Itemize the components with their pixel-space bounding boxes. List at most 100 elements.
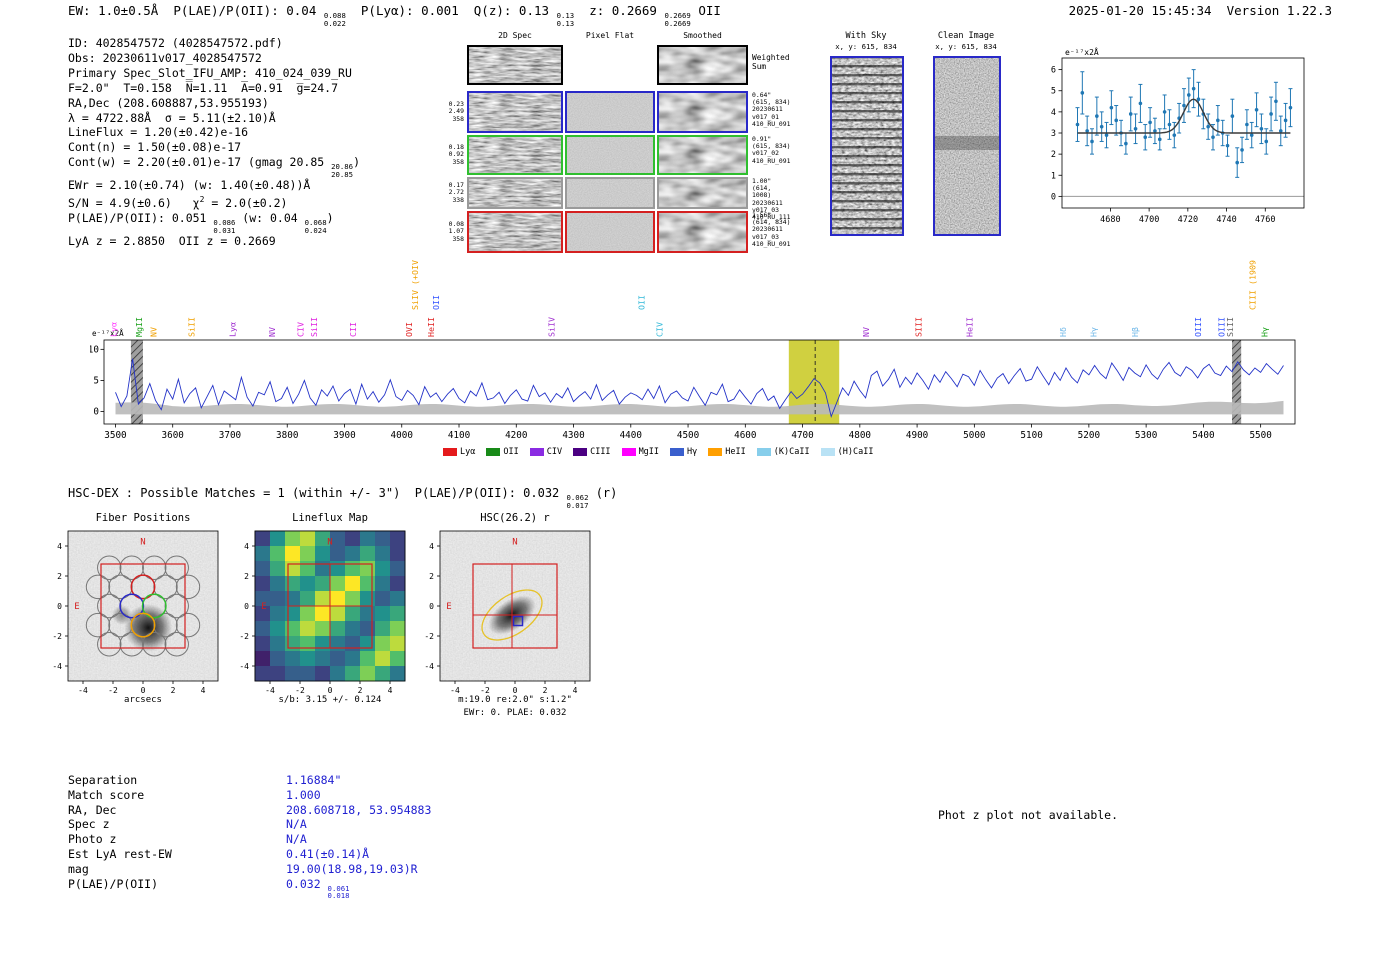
hsc-dex-heading-stacked-value: 0.062 0.017	[567, 494, 589, 509]
match-table-value: 19.00(18.98,19.03)R	[286, 862, 418, 876]
cutout-header-2dspec: 2D Spec	[498, 31, 532, 40]
summary-header-text: P(Lyα): 0.001 Q(z): 0.13	[345, 3, 557, 18]
legend-label: OII	[503, 447, 519, 457]
y-tick-label: -4	[52, 662, 62, 671]
match-table-label: Photo z	[68, 832, 117, 847]
legend-label: (H)CaII	[837, 447, 874, 457]
stacked-bottom: 0.13	[556, 18, 575, 28]
x-tick-label: 4200	[505, 430, 527, 441]
heatmap-cell	[375, 576, 391, 592]
heatmap-cell	[285, 576, 301, 592]
x-tick-label: 3800	[276, 430, 298, 441]
match-table-value: 0.032 0.061 0.018	[286, 877, 350, 900]
x-tick-label: 5300	[1135, 430, 1157, 441]
info-line-3-text: F=2.0" T=0.158 N̅=1.11 A̅=0.91 g̅=24.7	[68, 80, 339, 95]
cutout-2dspec-row1-noise-rect	[469, 93, 561, 131]
cutout-2dspec-row1-noise	[469, 93, 561, 131]
legend-swatch	[621, 448, 636, 456]
legend-swatch	[708, 448, 723, 456]
heatmap-cell	[360, 606, 376, 622]
legend-item: MgII	[621, 447, 660, 457]
y-tick-label: 2	[244, 572, 249, 581]
cutout-pixelflat-row4-noise	[567, 213, 653, 251]
cutout-rightlabel: 410_RU_091	[752, 119, 791, 128]
east-label: E	[261, 602, 266, 612]
match-table-label: Est LyA rest-EW	[68, 846, 172, 861]
emission-line-label: NV	[149, 327, 159, 337]
hsc-image-title: HSC(26.2) r	[480, 512, 550, 524]
heatmap-cell	[255, 576, 271, 592]
match-table-row: Separation 1.16884"	[68, 773, 431, 788]
x-tick-label: 5500	[1249, 430, 1271, 441]
emission-line-label: OII	[431, 295, 441, 310]
y-tick-label: 0	[93, 407, 99, 418]
info-line-8: Cont(w) = 2.20(±0.01)e-17 (gmag 20.85 20…	[68, 155, 360, 178]
data-point	[1114, 118, 1119, 123]
data-point	[1138, 101, 1143, 106]
x-tick-label: -2	[295, 686, 305, 695]
info-line-2: Primary Spec_Slot_IFU_AMP: 410_024_039_R…	[68, 66, 360, 81]
y-tick-label: 1	[1051, 171, 1056, 181]
heatmap-cell	[390, 576, 406, 592]
data-point	[1259, 126, 1264, 131]
data-point	[1191, 86, 1196, 91]
x-tick-label: 3600	[162, 430, 184, 441]
x-tick-label: 5200	[1078, 430, 1100, 441]
heatmap-cell	[285, 591, 301, 607]
inset-ylabel: e⁻¹⁷x2Å	[1065, 46, 1099, 57]
heatmap-cell	[330, 546, 346, 562]
data-point	[1090, 139, 1094, 144]
info-line-5: λ = 4722.88Å σ = 5.11(±2.10)Å	[68, 111, 360, 126]
info-line-3: F=2.0" T=0.158 N̅=1.11 A̅=0.91 g̅=24.7	[68, 81, 360, 96]
info-line-2-text: Primary Spec_Slot_IFU_AMP: 410_024_039_R…	[68, 65, 352, 80]
match-table-label: Spec z	[68, 817, 110, 832]
y-tick-label: 4	[244, 542, 249, 551]
heatmap-cell	[360, 666, 376, 682]
cutout-2dspec-row0-noise-rect	[469, 47, 561, 83]
y-tick-label: 0	[244, 602, 249, 611]
heatmap-cell	[255, 546, 271, 562]
x-tick-label: 4760	[1255, 215, 1275, 225]
data-point	[1225, 143, 1230, 148]
heatmap-cell	[375, 531, 391, 547]
info-line-11-text: P(LAE)/P(OII): 0.051	[68, 211, 214, 226]
legend-item: (H)CaII	[820, 447, 874, 457]
match-table-row: P(LAE)/P(OII) 0.032 0.061 0.018	[68, 877, 431, 900]
heatmap-cell	[390, 591, 406, 607]
cutout-2dspec-row4-noise	[469, 213, 561, 251]
cutout-pixelflat-row2-noise-rect	[567, 137, 653, 173]
x-tick-label: 2	[171, 686, 176, 695]
legend-label: CIII	[590, 447, 611, 457]
heatmap-cell	[300, 561, 316, 577]
data-point	[1085, 129, 1089, 133]
legend-label: MgII	[638, 447, 660, 457]
heatmap-cell	[315, 561, 331, 577]
match-table-row: Photo z N/A	[68, 832, 431, 847]
cutout-rightlabel: Sum	[752, 62, 767, 71]
data-point	[1167, 122, 1172, 127]
info-line-4-text: RA,Dec (208.608887,53.955193)	[68, 95, 269, 110]
heatmap-cell	[330, 621, 346, 637]
heatmap-cell	[255, 561, 271, 577]
cutout-header-smoothed: Smoothed	[683, 31, 722, 40]
x-tick-label: 4500	[677, 430, 699, 441]
heatmap-cell	[285, 531, 301, 547]
cutout-leftlabel: 358	[452, 234, 464, 243]
emission-line-label: SiIV (+OIV)	[410, 260, 420, 310]
data-point	[1075, 122, 1080, 127]
info-line-7-text: Cont(n) = 1.50(±0.08)e-17	[68, 140, 242, 155]
y-tick-label: 2	[429, 572, 434, 581]
cutout-smoothed-row2-noise	[659, 137, 746, 173]
lineflux-xlabel: s/b: 3.15 +/- 0.124	[278, 695, 382, 705]
y-tick-label: -2	[239, 632, 249, 641]
summary-header-stacked-value: 0.088 0.022	[324, 12, 346, 27]
emission-line-label: OII	[637, 295, 647, 310]
match-table-label: Match score	[68, 787, 145, 802]
heatmap-cell	[285, 621, 301, 637]
cutout-pixelflat-row1-noise-rect	[567, 93, 653, 131]
match-table-value-text: 208.608718, 53.954883	[286, 802, 432, 817]
data-point	[1133, 126, 1138, 131]
lineflux-map-title: Lineflux Map	[292, 512, 368, 524]
data-point	[1211, 135, 1215, 140]
cutout-leftlabels-row1: 0.23 2.49 358	[430, 100, 464, 123]
